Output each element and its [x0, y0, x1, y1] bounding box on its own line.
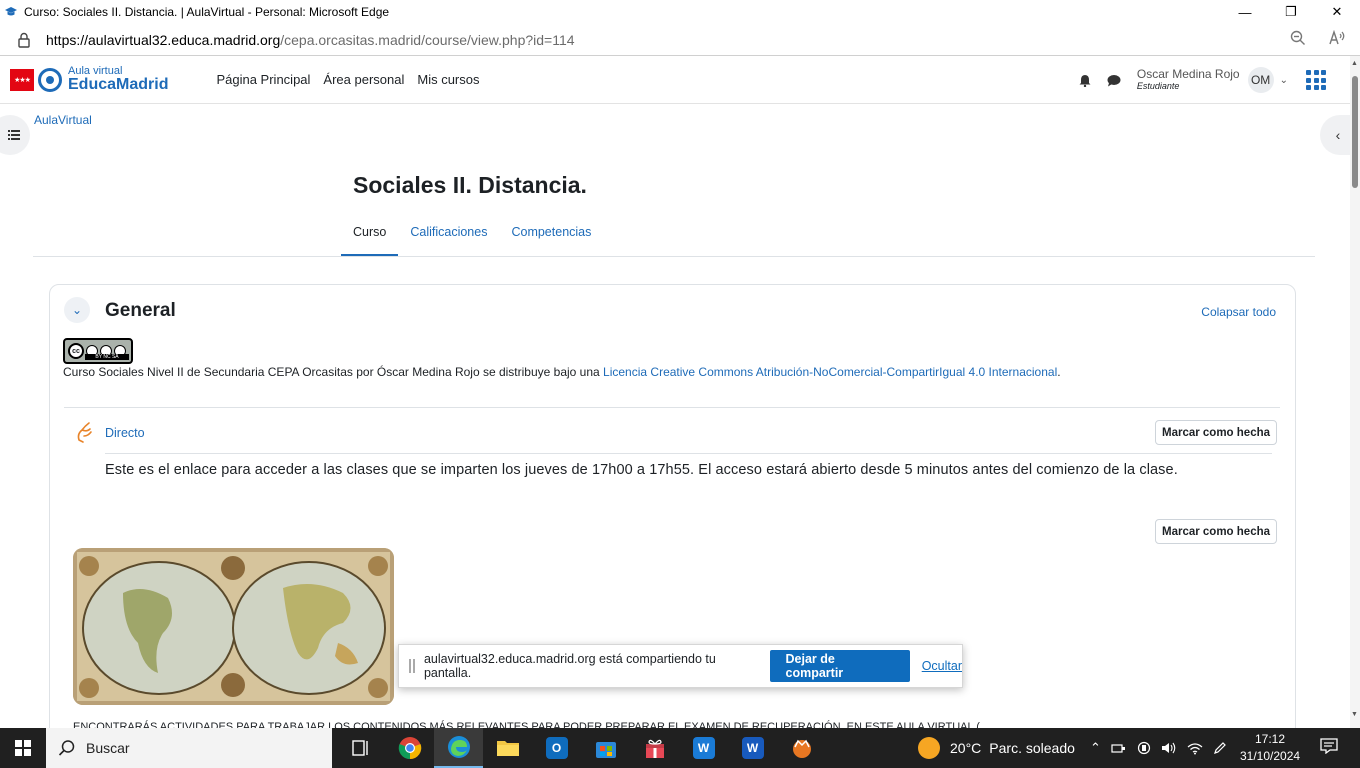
- license-text: Curso Sociales Nivel II de Secundaria CE…: [63, 365, 1061, 379]
- collapse-all-link[interactable]: Colapsar todo: [1201, 305, 1276, 319]
- search-placeholder: Buscar: [86, 740, 130, 756]
- graduation-cap-icon: [5, 7, 17, 16]
- windows-logo-icon: [15, 740, 31, 756]
- address-bar[interactable]: https://aulavirtual32.educa.madrid.org/c…: [0, 24, 1360, 56]
- task-view-icon[interactable]: [336, 728, 385, 768]
- address-bar-actions: [1290, 30, 1346, 46]
- zoom-icon[interactable]: [1290, 30, 1306, 46]
- lock-icon[interactable]: [14, 32, 34, 48]
- section-title: General: [105, 300, 176, 321]
- chevron-up-icon[interactable]: ⌃: [1090, 740, 1101, 756]
- search-icon: [58, 740, 75, 756]
- section-collapse-toggle[interactable]: ⌄: [64, 297, 90, 323]
- creative-commons-badge[interactable]: cc BY NC SA: [63, 338, 133, 364]
- weather-sun-icon: [918, 737, 940, 759]
- weather-temp: 20°C: [950, 740, 982, 756]
- site-navbar: ★★★ Aula virtual EducaMadrid Página Prin…: [0, 56, 1350, 104]
- windows-taskbar: Buscar O W W 20°C Parc. soleado ⌃ 17:12 …: [0, 728, 1360, 768]
- chevron-left-icon: ‹: [1335, 127, 1341, 143]
- outlook-icon[interactable]: O: [532, 728, 581, 768]
- taskbar-search[interactable]: Buscar: [46, 728, 332, 768]
- read-aloud-icon[interactable]: [1328, 30, 1346, 46]
- minimize-button[interactable]: —: [1222, 0, 1268, 24]
- logo-line2: EducaMadrid: [68, 76, 169, 93]
- clock-time: 17:12: [1254, 732, 1286, 746]
- user-role: Estudiante: [1136, 80, 1180, 91]
- divider: [64, 407, 1280, 408]
- url-host: https://aulavirtual32.educa.madrid.org: [46, 31, 281, 48]
- clock-date: 31/10/2024: [1240, 749, 1301, 763]
- file-explorer-icon[interactable]: [483, 728, 532, 768]
- window-title: Curso: Sociales II. Distancia. | AulaVir…: [24, 5, 390, 19]
- battery-icon[interactable]: [1137, 741, 1151, 755]
- course-tabs: Curso Calificaciones Competencias: [341, 220, 603, 256]
- tabs-divider: [33, 256, 1315, 257]
- avatar[interactable]: OM: [1247, 67, 1274, 93]
- pen-icon[interactable]: [1213, 741, 1227, 755]
- microsoft-store-icon[interactable]: [581, 728, 630, 768]
- vertical-scrollbar[interactable]: ▲ ▼: [1350, 56, 1360, 728]
- user-menu[interactable]: Oscar Medina Rojo Estudiante: [1137, 68, 1240, 91]
- start-button[interactable]: [0, 728, 46, 768]
- activity-description: Este es el enlace para acceder a las cla…: [105, 462, 1178, 478]
- restore-button[interactable]: ❐: [1268, 0, 1314, 24]
- drag-handle[interactable]: [409, 659, 415, 673]
- bell-icon[interactable]: [1079, 74, 1091, 87]
- chrome-icon[interactable]: [385, 728, 434, 768]
- nav-link-my-courses[interactable]: Mis cursos: [417, 72, 479, 87]
- taskbar-apps: O W W: [336, 728, 826, 768]
- tab-course[interactable]: Curso: [341, 220, 399, 256]
- tab-grades[interactable]: Calificaciones: [398, 220, 499, 256]
- gift-app-icon[interactable]: [630, 728, 679, 768]
- world-map-image: [73, 548, 394, 705]
- divider: [105, 453, 1272, 454]
- mark-done-button[interactable]: Marcar como hecha: [1155, 519, 1278, 544]
- scroll-up-icon[interactable]: ▲: [1351, 60, 1358, 67]
- volume-icon[interactable]: [1161, 741, 1177, 755]
- nav-link-dashboard[interactable]: Área personal: [323, 72, 404, 87]
- close-button[interactable]: ✕: [1314, 0, 1360, 24]
- weather-desc: Parc. soleado: [989, 740, 1075, 756]
- taskbar-clock[interactable]: 17:12 31/10/2024: [1240, 731, 1300, 765]
- url-path: /cepa.orcasitas.madrid/course/view.php?i…: [280, 31, 575, 48]
- edge-icon[interactable]: [434, 728, 483, 768]
- apps-grid-icon[interactable]: [1306, 70, 1326, 90]
- hide-share-bar-link[interactable]: Ocultar: [922, 659, 962, 673]
- share-message: aulavirtual32.educa.madrid.org está comp…: [423, 652, 716, 680]
- word-icon[interactable]: W: [728, 728, 777, 768]
- chevron-down-icon: ⌄: [71, 303, 83, 317]
- globe-icon: [38, 67, 62, 92]
- screen-share-bar: aulavirtual32.educa.madrid.org está comp…: [398, 644, 963, 688]
- chevron-down-icon[interactable]: ⌄: [1280, 75, 1288, 86]
- tab-competencies[interactable]: Competencias: [499, 220, 603, 256]
- breadcrumb[interactable]: AulaVirtual: [34, 113, 92, 127]
- main-nav: Página Principal Área personal Mis curso…: [216, 72, 479, 87]
- mark-done-button[interactable]: Marcar como hecha: [1155, 420, 1278, 445]
- user-name: Oscar Medina Rojo: [1136, 67, 1240, 82]
- scroll-thumb[interactable]: [1352, 76, 1358, 188]
- nav-link-home[interactable]: Página Principal: [216, 72, 310, 87]
- app-icon[interactable]: [777, 728, 826, 768]
- user-area: Oscar Medina Rojo Estudiante OM ⌄: [1079, 56, 1326, 104]
- stop-sharing-button[interactable]: Dejar de compartir: [769, 650, 910, 682]
- page-title: Sociales II. Distancia.: [353, 172, 587, 198]
- network-icon[interactable]: [1111, 741, 1127, 755]
- chat-icon[interactable]: [1107, 74, 1121, 87]
- license-link[interactable]: Licencia Creative Commons Atribución-NoC…: [603, 365, 1057, 379]
- system-tray: ⌃: [1090, 728, 1227, 768]
- madrid-flag-icon: ★★★: [10, 68, 34, 91]
- url-text[interactable]: https://aulavirtual32.educa.madrid.org/c…: [46, 32, 575, 48]
- course-index-toggle[interactable]: [0, 115, 30, 155]
- weather-widget[interactable]: 20°C Parc. soleado: [918, 728, 1075, 768]
- notification-center-icon[interactable]: [1320, 738, 1338, 754]
- bigbluebutton-activity-icon: [77, 422, 92, 443]
- educamadrid-logo[interactable]: ★★★ Aula virtual EducaMadrid: [10, 66, 168, 93]
- scroll-down-icon[interactable]: ▼: [1351, 711, 1358, 718]
- wifi-icon[interactable]: [1187, 741, 1203, 755]
- teams-icon[interactable]: W: [679, 728, 728, 768]
- browser-titlebar: Curso: Sociales II. Distancia. | AulaVir…: [0, 0, 1360, 24]
- window-controls: — ❐ ✕: [1222, 0, 1360, 24]
- list-icon: [8, 130, 20, 140]
- activity-link-directo[interactable]: Directo: [105, 426, 145, 440]
